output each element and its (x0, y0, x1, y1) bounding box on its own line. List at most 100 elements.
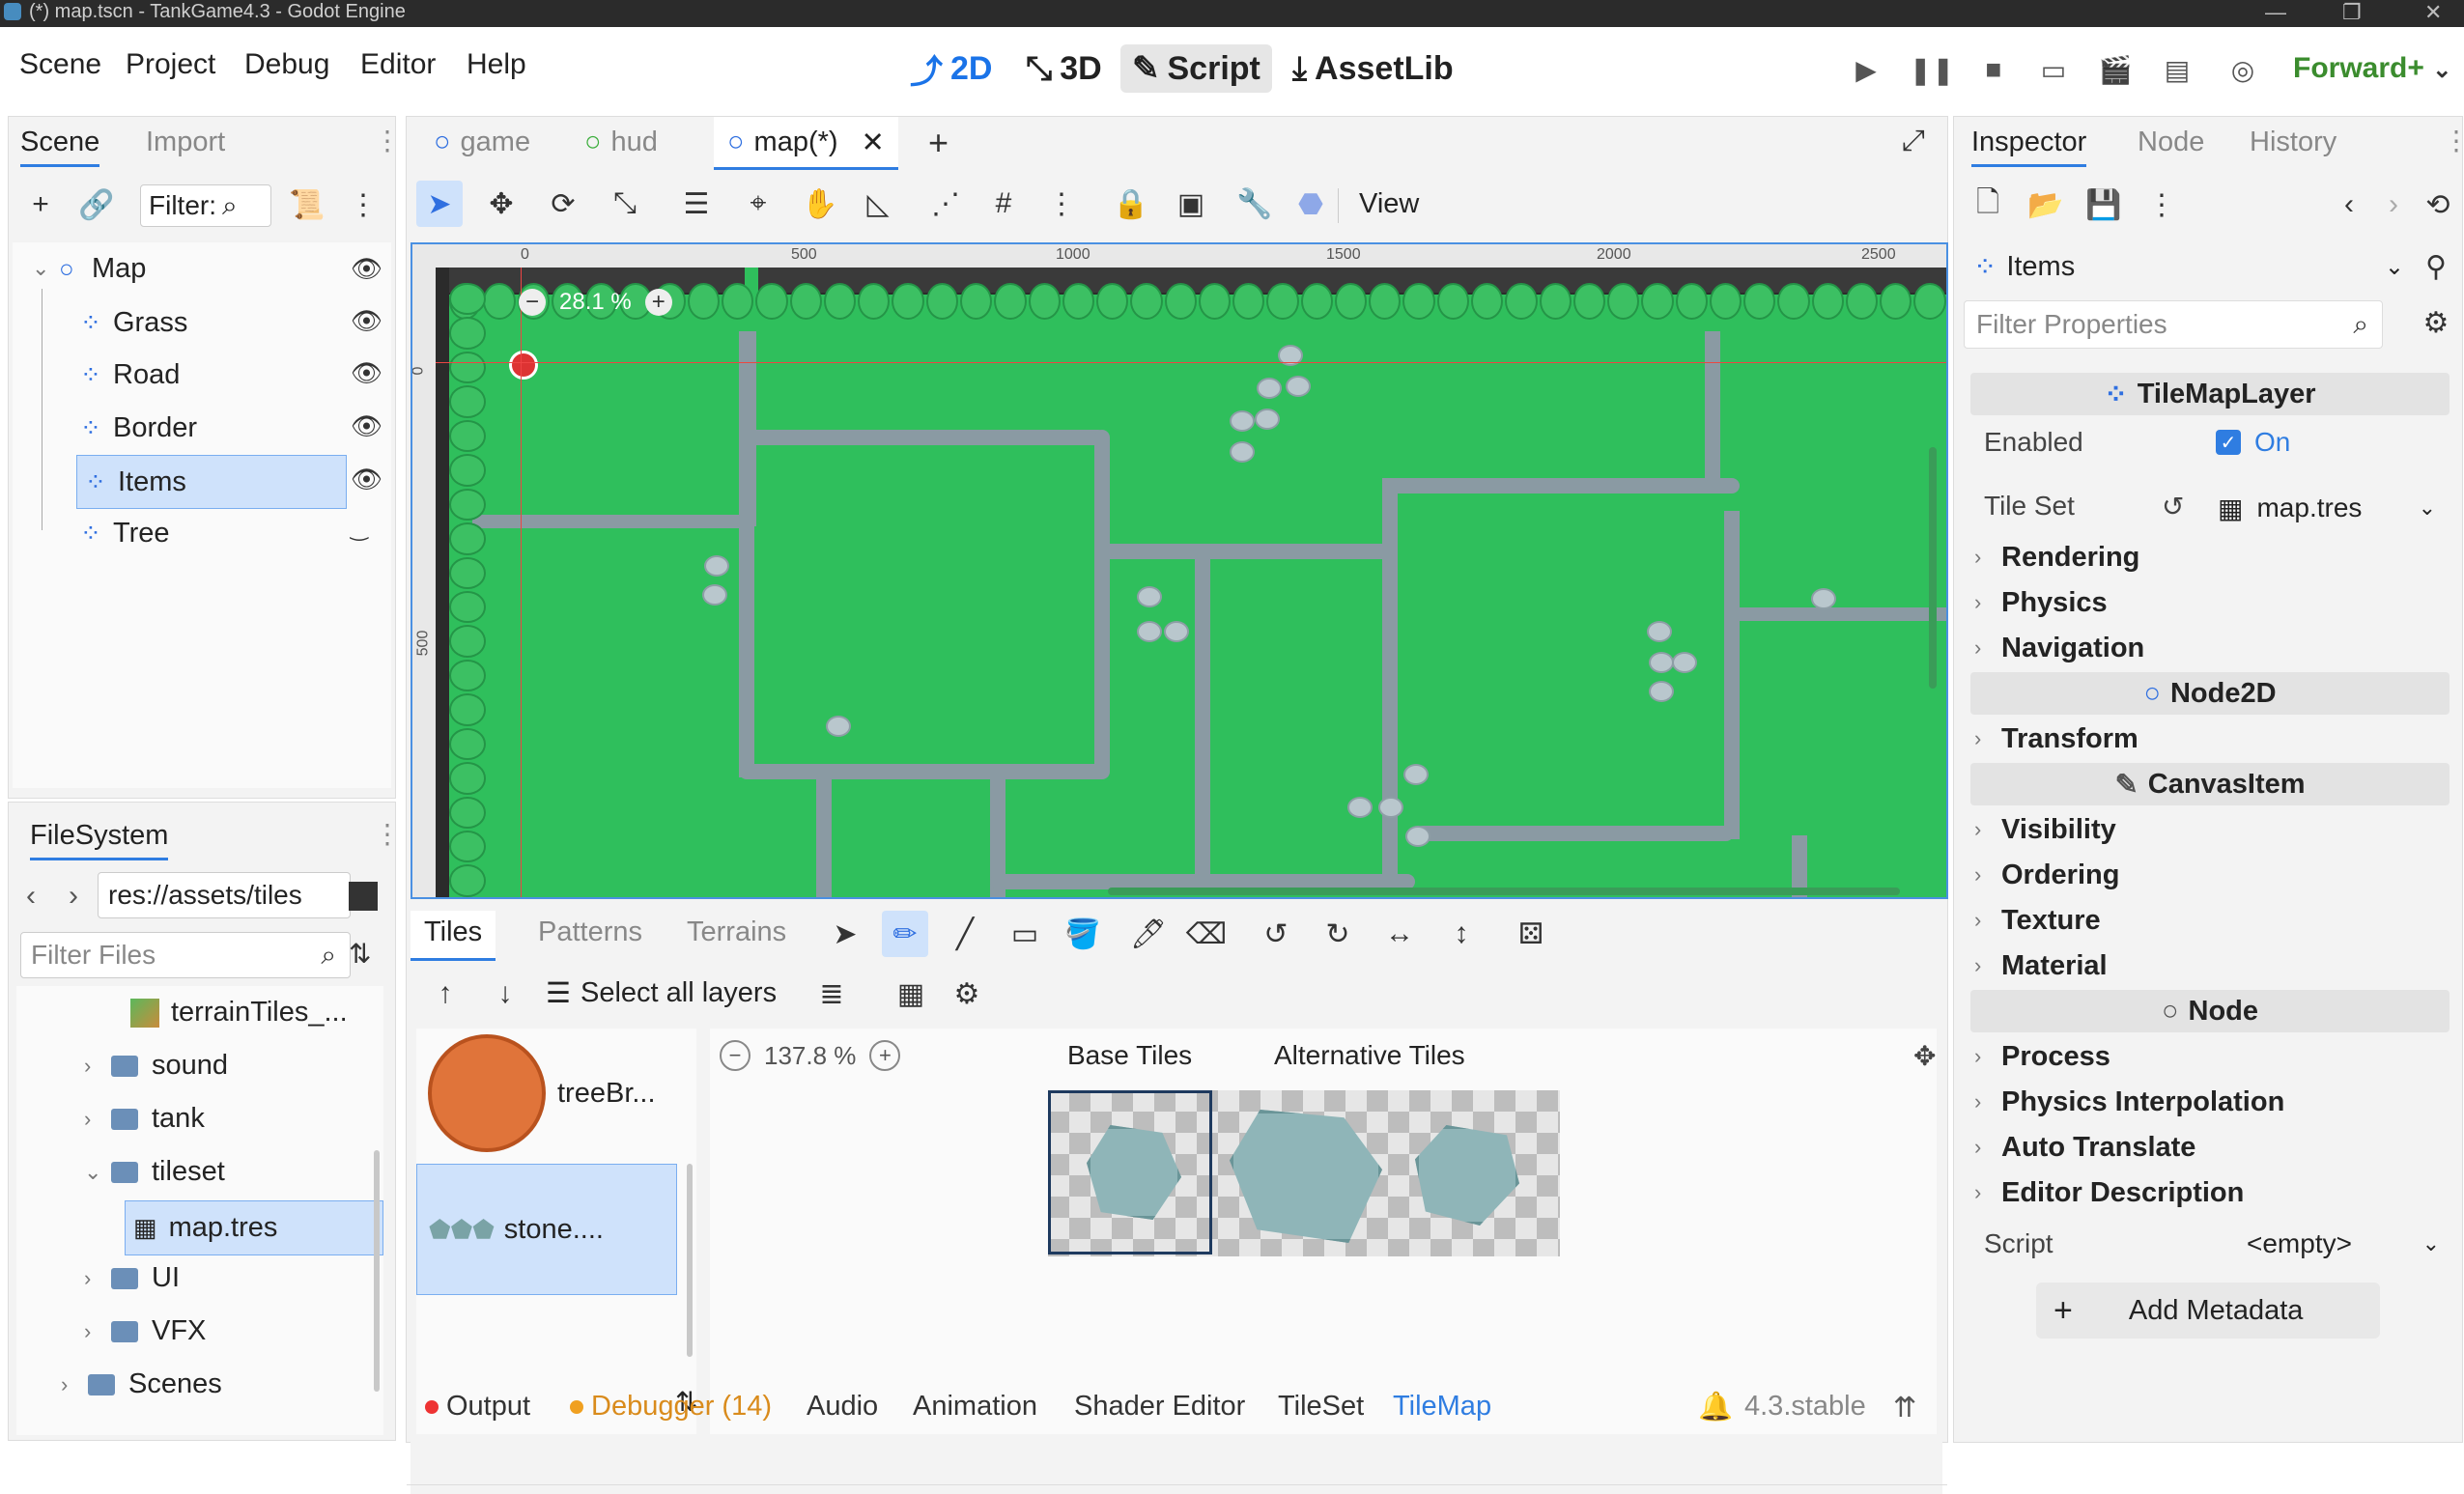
attach-script-icon[interactable]: 📜 (287, 184, 327, 225)
rotate-left-icon[interactable]: ↺ (1253, 911, 1299, 957)
scale-mode-icon[interactable]: ⤡ (602, 181, 648, 227)
tab-tiles[interactable]: Tiles (411, 911, 496, 961)
menu-help[interactable]: Help (467, 48, 526, 81)
remote-debug-icon[interactable]: ▭ (2034, 50, 2073, 89)
smart-snap-icon[interactable]: ⋰ (922, 181, 969, 227)
group-navigation[interactable]: › Navigation (1974, 626, 2144, 670)
lock-icon[interactable]: 🔒 (1108, 181, 1154, 227)
scene-tab-hud[interactable]: ○ hud (584, 127, 658, 158)
tree-node-map[interactable]: ⌄ ○ Map (32, 242, 146, 295)
zoom-out-icon[interactable]: − (720, 1040, 751, 1071)
visibility-eye-icon[interactable]: 👁 (351, 306, 382, 336)
recent-history-icon[interactable]: ⟲ (2418, 184, 2458, 225)
resource-options-icon[interactable]: ⋮ (2141, 184, 2182, 225)
group-physics-interpolation[interactable]: › Physics Interpolation (1974, 1080, 2284, 1124)
add-node-icon[interactable]: + (20, 184, 61, 225)
viewport-vscrollbar[interactable] (1929, 447, 1937, 689)
group-editor-description[interactable]: › Editor Description (1974, 1170, 2244, 1215)
play-scene-icon[interactable]: 🎬 (2096, 50, 2135, 89)
close-window-icon[interactable]: ✕ (2424, 0, 2442, 25)
group-visibility[interactable]: › Visibility (1974, 807, 2116, 852)
notification-bell-icon[interactable]: 🔔 (1698, 1391, 1733, 1424)
group-transform[interactable]: › Transform (1974, 717, 2138, 761)
atlas-tiles-grid[interactable] (1048, 1090, 1560, 1256)
class-header-tilemaplayer[interactable]: ⁘ TileMapLayer (1970, 373, 2450, 415)
zoom-in-icon[interactable]: + (644, 289, 672, 316)
scrollbar[interactable] (374, 1150, 380, 1392)
group-ordering[interactable]: › Ordering (1974, 853, 2119, 897)
tree-node-road[interactable]: ⁘ Road (80, 349, 180, 401)
path-input[interactable]: res://assets/tiles (98, 872, 351, 918)
history-back-icon[interactable]: ‹ (2329, 184, 2369, 225)
eraser-icon[interactable]: ⌫ (1183, 911, 1230, 957)
chevron-right-icon[interactable]: › (84, 1319, 111, 1344)
visibility-eye-icon[interactable]: 👁 (351, 465, 382, 494)
viewport-hscrollbar[interactable] (1108, 888, 1900, 895)
flip-horizontal-icon[interactable]: ↔ (1376, 911, 1423, 957)
chevron-right-icon[interactable]: › (84, 1266, 111, 1291)
grid-snap-icon[interactable]: # (980, 181, 1027, 227)
pan-mode-icon[interactable]: ✋ (797, 181, 843, 227)
bottom-tab-animation[interactable]: Animation (913, 1391, 1037, 1423)
assetlib-button[interactable]: ⤓ AssetLib (1281, 44, 1465, 93)
group-material[interactable]: › Material (1974, 944, 2108, 988)
menu-debug[interactable]: Debug (244, 48, 329, 81)
tab-terrains[interactable]: Terrains (687, 916, 786, 948)
rotate-right-icon[interactable]: ↻ (1315, 911, 1361, 957)
group-icon[interactable]: ▣ (1168, 181, 1214, 227)
chevron-right-icon[interactable]: › (61, 1372, 88, 1397)
file-item-terraintiles[interactable]: terrainTiles_... (130, 986, 348, 1039)
folder-item-sound[interactable]: › sound (84, 1039, 228, 1092)
split-view-icon[interactable] (349, 882, 378, 911)
sort-icon[interactable]: ⇅ (349, 938, 371, 970)
stone-tile-3[interactable] (1415, 1125, 1519, 1226)
property-script-value[interactable]: <empty> ⌄ (2247, 1228, 2440, 1259)
snap-options-icon[interactable]: ⋮ (1038, 181, 1085, 227)
layer-up-icon[interactable]: ↑ (422, 971, 468, 1017)
property-options-icon[interactable]: ⚙ (2416, 302, 2456, 343)
paint-pencil-icon[interactable]: ✏ (882, 911, 928, 957)
group-rendering[interactable]: › Rendering (1974, 535, 2139, 579)
class-header-node2d[interactable]: ○ Node2D (1970, 672, 2450, 715)
scene-filter-input[interactable]: Filter: ⌕ (140, 184, 271, 227)
menu-project[interactable]: Project (126, 48, 215, 81)
chevron-right-icon[interactable]: › (84, 1054, 111, 1079)
play-custom-scene-icon[interactable]: ▤ (2158, 50, 2196, 89)
mode-2d-button[interactable]: ⤴ 2D (898, 44, 1004, 93)
camera-override-icon[interactable]: ⬣ (1288, 181, 1334, 227)
folder-item-tileset[interactable]: ⌄ tileset (84, 1145, 225, 1198)
scene-tab-map[interactable]: ○ map(*) ✕ (714, 117, 898, 170)
zoom-out-icon[interactable]: − (519, 289, 546, 316)
bottom-tab-tileset[interactable]: TileSet (1278, 1391, 1364, 1423)
group-auto-translate[interactable]: › Auto Translate (1974, 1125, 2195, 1170)
dock-menu-icon[interactable]: ⋮ (2443, 125, 2464, 156)
file-item-map-tres[interactable]: ▦ map.tres (125, 1200, 383, 1255)
scene-tab-game[interactable]: ○ game (434, 127, 530, 158)
add-metadata-button[interactable]: + Add Metadata (2036, 1283, 2380, 1339)
group-process[interactable]: › Process (1974, 1034, 2110, 1079)
canvas-viewport[interactable]: 0 500 1000 1500 2000 2500 0 500 − 28.1 %… (411, 242, 1948, 899)
minimize-icon[interactable]: — (2265, 0, 2286, 25)
chevron-down-icon[interactable]: ⌄ (84, 1160, 111, 1185)
menu-scene[interactable]: Scene (19, 48, 101, 81)
random-tile-icon[interactable]: ⚄ (1508, 911, 1554, 957)
list-select-icon[interactable]: ☰ (673, 181, 720, 227)
filter-files-input[interactable]: Filter Files ⌕ (20, 932, 351, 978)
toggle-grid-icon[interactable]: ▦ (888, 971, 934, 1017)
tab-node[interactable]: Node (2138, 127, 2204, 158)
view-menu-button[interactable]: View (1359, 188, 1419, 220)
scene-options-icon[interactable]: ⋮ (343, 184, 383, 225)
forward-arrow-icon[interactable]: › (69, 880, 78, 913)
movie-maker-icon[interactable]: ◎ (2223, 50, 2262, 89)
tree-node-tree[interactable]: ⁘ Tree (80, 507, 170, 559)
picker-icon[interactable]: 🖊 (1125, 911, 1172, 957)
tab-import[interactable]: Import (146, 127, 225, 158)
property-tileset-value[interactable]: ▦ map.tres ⌄ (2218, 489, 2436, 527)
object-selector[interactable]: ⁘ Items ⌄ (1964, 242, 2418, 291)
move-mode-icon[interactable]: ✥ (478, 181, 524, 227)
property-enabled-checkbox[interactable]: ✓ On (2216, 427, 2290, 458)
bottom-tab-audio[interactable]: Audio (807, 1391, 878, 1423)
tab-history[interactable]: History (2250, 127, 2337, 158)
folder-item-vfx[interactable]: › VFX (84, 1305, 206, 1358)
source-item-tree[interactable]: treeBr... (416, 1032, 689, 1154)
